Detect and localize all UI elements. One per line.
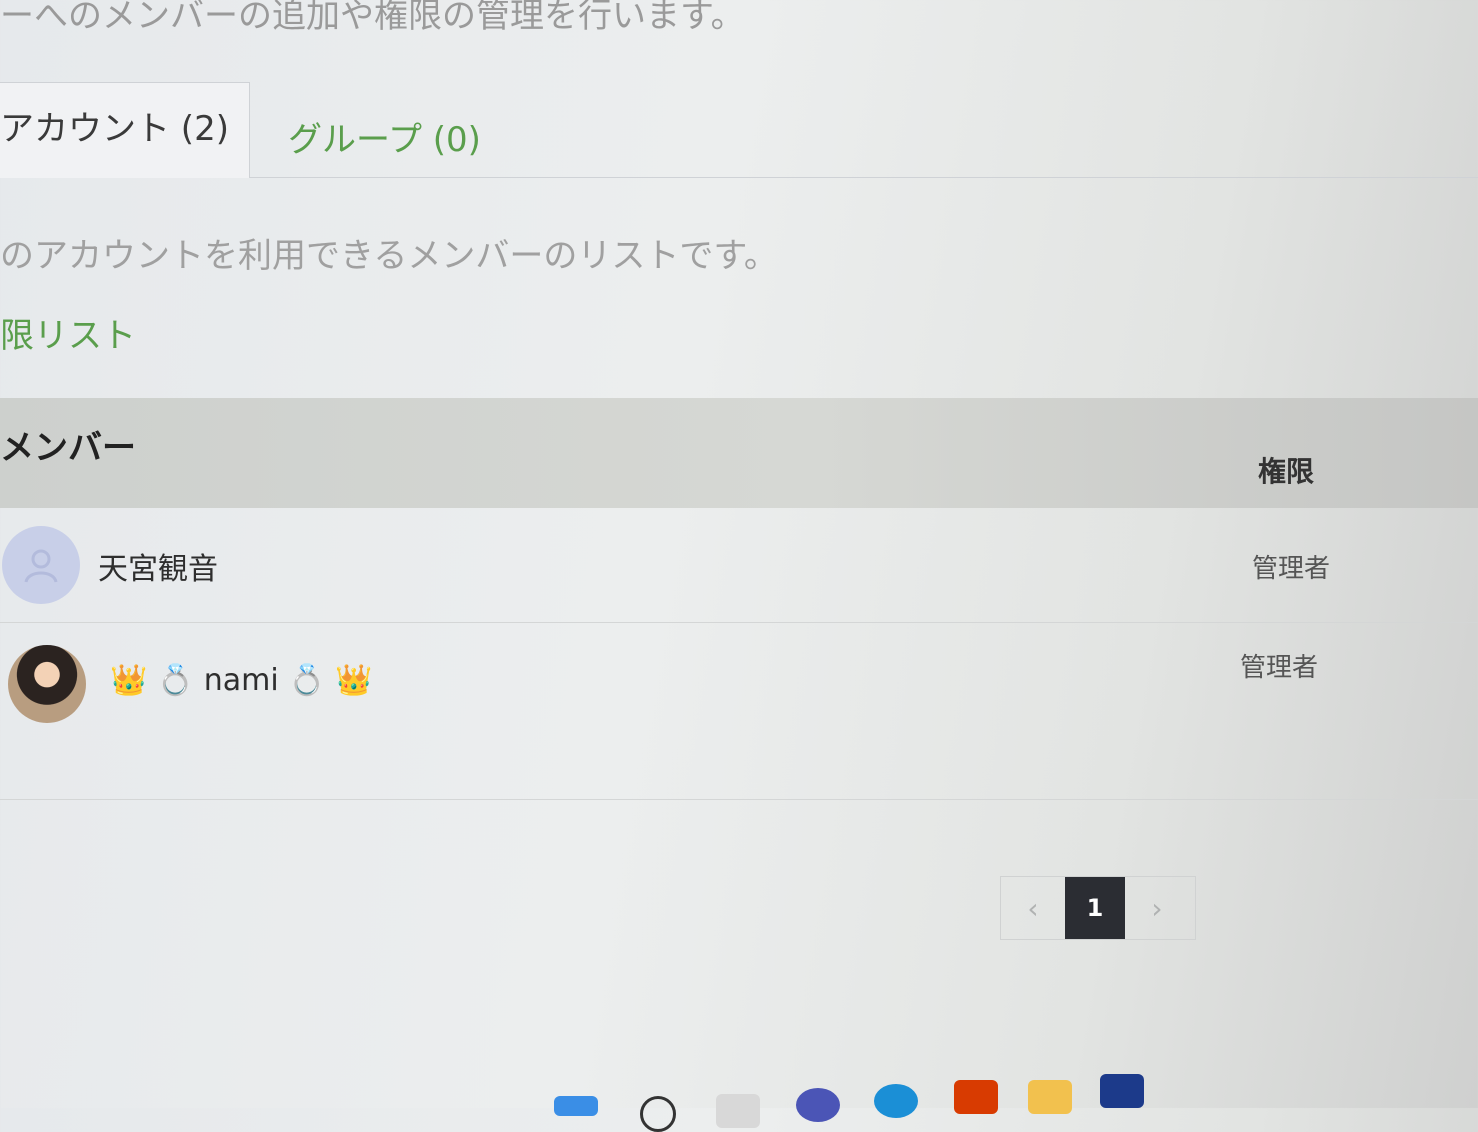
windows-start-icon[interactable] <box>554 1096 598 1116</box>
pagination: ‹ 1 › <box>1000 876 1196 940</box>
member-name[interactable]: 👑 💍 nami 💍 👑 <box>110 663 373 698</box>
file-explorer-icon[interactable] <box>1028 1080 1072 1114</box>
page-description: ーへのメンバーの追加や権限の管理を行います。 <box>0 0 745 36</box>
tab-accounts[interactable]: アカウント (2) <box>0 82 250 178</box>
taskbar <box>540 1066 1180 1132</box>
members-table: メンバー 権限 天宮観音 管理者 👑 💍 nami 💍 👑 管理者 <box>0 398 1478 800</box>
task-view-icon[interactable] <box>716 1094 760 1128</box>
table-row[interactable]: 👑 💍 nami 💍 👑 管理者 <box>0 623 1478 800</box>
member-role: 管理者 <box>1240 653 1319 683</box>
member-role: 管理者 <box>1252 554 1331 584</box>
table-header: メンバー 権限 <box>0 398 1478 508</box>
edge-icon[interactable] <box>874 1084 918 1118</box>
teams-icon[interactable] <box>796 1088 840 1122</box>
search-icon[interactable] <box>640 1096 676 1132</box>
next-page-button[interactable]: › <box>1125 877 1189 939</box>
photo-avatar <box>8 645 86 723</box>
member-list-description: のアカウントを利用できるメンバーのリストです。 <box>0 236 760 276</box>
current-page-button[interactable]: 1 <box>1065 877 1125 939</box>
column-header-member: メンバー <box>0 428 136 468</box>
tab-bar: アカウント (2) グループ (0) <box>0 82 1478 182</box>
default-avatar-icon <box>2 526 80 604</box>
column-header-role: 権限 <box>1258 455 1315 488</box>
amazon-music-icon[interactable] <box>1100 1074 1144 1108</box>
prev-page-button[interactable]: ‹ <box>1001 877 1065 939</box>
table-row[interactable]: 天宮観音 管理者 <box>0 508 1478 623</box>
user-icon <box>24 549 58 583</box>
tab-divider <box>250 177 1478 178</box>
office-icon[interactable] <box>954 1080 998 1114</box>
member-name[interactable]: 天宮観音 <box>98 544 218 588</box>
tab-groups[interactable]: グループ (0) <box>288 112 481 161</box>
permission-list-link[interactable]: 限リスト <box>0 308 136 357</box>
